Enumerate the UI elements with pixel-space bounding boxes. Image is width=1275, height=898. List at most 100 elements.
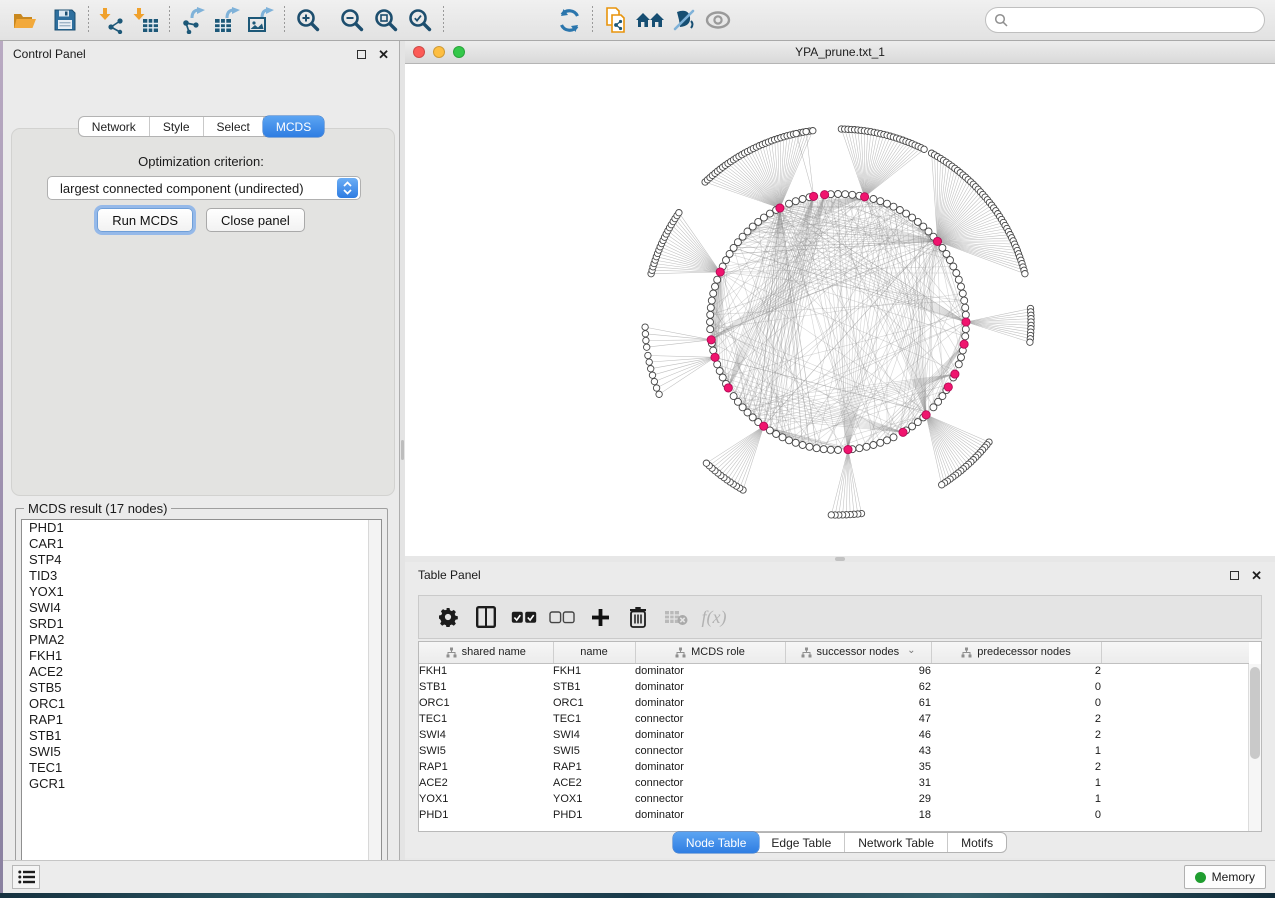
export-image-button[interactable] [244, 3, 278, 37]
zoom-fit-button[interactable] [369, 3, 403, 37]
table-panel-title: Table Panel [418, 568, 481, 582]
close-panel-icon[interactable]: ✕ [1251, 569, 1262, 582]
tab-motifs[interactable]: Motifs [948, 833, 1006, 852]
mcds-node-item[interactable]: CAR1 [22, 536, 381, 552]
export-network-button[interactable] [176, 3, 210, 37]
select-all-button[interactable] [505, 599, 543, 635]
table-row[interactable]: SWI5SWI5connector431 [419, 743, 1249, 759]
tab-mcds[interactable]: MCDS [263, 116, 324, 137]
mcds-node-item[interactable]: TEC1 [22, 760, 381, 776]
close-panel-button[interactable]: Close panel [206, 208, 305, 232]
tab-node-table[interactable]: Node Table [673, 832, 760, 853]
export-table-button[interactable] [210, 3, 244, 37]
hide-panels-button[interactable] [667, 3, 701, 37]
float-window-icon[interactable] [1230, 571, 1239, 580]
tab-network-table[interactable]: Network Table [845, 833, 948, 852]
table-row[interactable]: PHD1PHD1dominator180 [419, 807, 1249, 823]
list-scrollbar[interactable] [368, 520, 381, 872]
clone-network-button[interactable] [599, 3, 633, 37]
close-panel-icon[interactable]: ✕ [378, 48, 389, 61]
mcds-node-item[interactable]: PHD1 [22, 520, 381, 536]
column-header-predecessor-nodes[interactable]: predecessor nodes [931, 642, 1101, 663]
table-row[interactable]: ACE2ACE2connector311 [419, 775, 1249, 791]
function-builder-button[interactable]: f(x) [695, 599, 733, 635]
toolbar-separator [443, 6, 444, 34]
column-label: name [580, 646, 608, 658]
tab-edge-table[interactable]: Edge Table [758, 833, 845, 852]
zoom-selected-button[interactable] [403, 3, 437, 37]
float-window-icon[interactable] [357, 50, 366, 59]
add-row-button[interactable] [581, 599, 619, 635]
cell-name: FKH1 [553, 663, 635, 679]
column-header-name[interactable]: name [553, 642, 635, 663]
run-mcds-button[interactable]: Run MCDS [97, 208, 193, 232]
mcds-node-item[interactable]: TID3 [22, 568, 381, 584]
gear-button[interactable] [429, 599, 467, 635]
columns-button[interactable] [467, 599, 505, 635]
mcds-node-item[interactable]: FKH1 [22, 648, 381, 664]
column-label: predecessor nodes [977, 646, 1071, 658]
deselect-all-button[interactable] [543, 599, 581, 635]
mcds-node-item[interactable]: ACE2 [22, 664, 381, 680]
scrollbar-thumb[interactable] [1250, 667, 1260, 759]
search-input[interactable] [1014, 12, 1256, 28]
table-row[interactable]: TEC1TEC1connector472 [419, 711, 1249, 727]
delete-row-button[interactable] [619, 599, 657, 635]
network-window-titlebar[interactable]: YPA_prune.txt_1 [405, 41, 1275, 64]
import-network-button[interactable] [95, 3, 129, 37]
delete-table-icon [664, 609, 688, 626]
cell-mcds-role: connector [635, 743, 785, 759]
table-row[interactable]: STB1STB1dominator620 [419, 679, 1249, 695]
column-header-successor-nodes[interactable]: successor nodes⌄ [785, 642, 931, 663]
mcds-node-item[interactable]: SWI4 [22, 600, 381, 616]
cell-mcds-role: dominator [635, 807, 785, 823]
import-table-button[interactable] [129, 3, 163, 37]
cell-shared-name: SWI5 [419, 743, 553, 759]
export-network-icon [179, 6, 207, 34]
zoom-out-button[interactable] [335, 3, 369, 37]
mcds-node-item[interactable]: STB1 [22, 728, 381, 744]
mcds-node-item[interactable]: PMA2 [22, 632, 381, 648]
mcds-node-item[interactable]: SWI5 [22, 744, 381, 760]
memory-button[interactable]: Memory [1184, 865, 1266, 889]
task-history-button[interactable] [12, 865, 40, 889]
refresh-layout-button[interactable] [552, 3, 586, 37]
table-row[interactable]: SWI4SWI4dominator462 [419, 727, 1249, 743]
table-scrollbar[interactable] [1248, 664, 1261, 831]
mcds-node-item[interactable]: GCR1 [22, 776, 381, 792]
table-row[interactable]: RAP1RAP1dominator352 [419, 759, 1249, 775]
cell-mcds-role: dominator [635, 727, 785, 743]
zoom-in-button[interactable] [291, 3, 325, 37]
mcds-node-item[interactable]: YOX1 [22, 584, 381, 600]
network-canvas[interactable] [405, 64, 1275, 556]
cell-predecessor-nodes: 2 [931, 663, 1101, 679]
column-header-mcds-role[interactable]: MCDS role [635, 642, 785, 663]
add-row-icon [591, 608, 610, 627]
delete-table-button[interactable] [657, 599, 695, 635]
open-file-button[interactable] [8, 3, 42, 37]
column-header-shared-name[interactable]: shared name [419, 642, 553, 663]
table-row[interactable]: FKH1FKH1dominator962 [419, 663, 1249, 679]
select-all-icon [511, 611, 537, 624]
table-row[interactable]: YOX1YOX1connector291 [419, 791, 1249, 807]
tab-select[interactable]: Select [204, 117, 264, 136]
cell-predecessor-nodes: 1 [931, 743, 1101, 759]
tab-style[interactable]: Style [150, 117, 204, 136]
mcds-node-item[interactable]: STP4 [22, 552, 381, 568]
zoom-out-icon [339, 7, 365, 33]
mcds-node-item[interactable]: SRD1 [22, 616, 381, 632]
show-graphics-button[interactable] [701, 3, 735, 37]
table-row[interactable]: ORC1ORC1dominator610 [419, 695, 1249, 711]
mcds-node-item[interactable]: ORC1 [22, 696, 381, 712]
save-icon [53, 8, 77, 32]
mcds-node-item[interactable]: RAP1 [22, 712, 381, 728]
function-builder-icon: f(x) [702, 607, 727, 628]
criterion-dropdown[interactable]: largest connected component (undirected) [47, 176, 361, 200]
cell-predecessor-nodes: 2 [931, 759, 1101, 775]
node-table-container: shared name name MCDS rolesuccessor nodes⌄… [418, 641, 1262, 832]
tab-network[interactable]: Network [79, 117, 150, 136]
save-button[interactable] [48, 3, 82, 37]
home-networks-button[interactable] [633, 3, 667, 37]
mcds-node-item[interactable]: STB5 [22, 680, 381, 696]
cell-filler [1101, 775, 1249, 791]
